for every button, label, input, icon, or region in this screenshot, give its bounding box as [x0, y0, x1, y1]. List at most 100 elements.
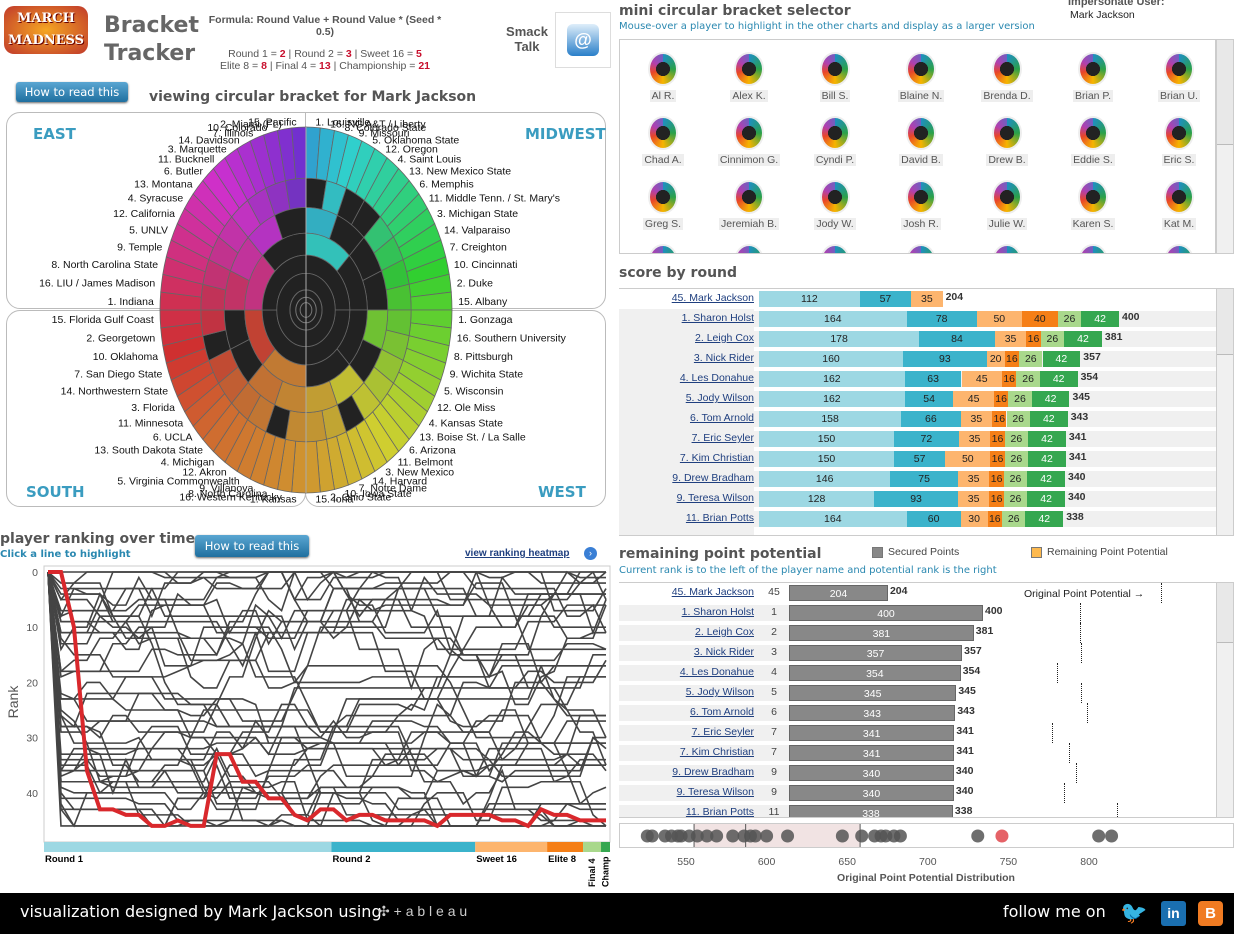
player-name[interactable]: Karen S. [1070, 218, 1116, 230]
chevron-right-icon[interactable]: › [584, 547, 597, 560]
player-tile[interactable]: Jody W. [792, 180, 878, 232]
player-link[interactable]: 6. Tom Arnold [690, 706, 754, 718]
player-link[interactable]: 7. Kim Christian [680, 746, 754, 758]
player-name[interactable]: Brian U. [1158, 90, 1200, 102]
player-tile[interactable]: Cyndi P. [792, 116, 878, 168]
mini-bracket-icon[interactable] [648, 244, 678, 253]
player-link[interactable]: 11. Brian Potts [686, 806, 754, 817]
player-name[interactable]: Drew B. [986, 154, 1028, 166]
data-dot[interactable] [748, 829, 762, 843]
player-link[interactable]: 7. Eric Seyler [692, 726, 754, 738]
data-dot[interactable] [1092, 829, 1106, 843]
player-name[interactable]: Eric S. [1161, 154, 1197, 166]
player-link[interactable]: 9. Teresa Wilson [677, 786, 754, 798]
player-link[interactable]: 1. Sharon Holst [682, 606, 754, 618]
player-name[interactable]: Eddie S. [1071, 154, 1115, 166]
highlighted-dot[interactable] [995, 829, 1009, 843]
data-dot[interactable] [710, 829, 724, 843]
player-link[interactable]: 9. Drew Bradham [672, 472, 754, 484]
player-link[interactable]: 6. Tom Arnold [690, 412, 754, 424]
mini-bracket-icon[interactable] [820, 244, 850, 253]
data-dot[interactable] [760, 829, 774, 843]
mini-bracket-icon[interactable] [734, 244, 764, 253]
mini-bracket-icon[interactable] [906, 116, 936, 150]
player-link[interactable]: 4. Les Donahue [680, 372, 754, 384]
player-link[interactable]: 3. Nick Rider [694, 352, 754, 364]
mini-bracket-icon[interactable] [734, 180, 764, 214]
mini-bracket-icon[interactable] [1164, 244, 1194, 253]
player-link[interactable]: 1. Sharon Holst [682, 312, 754, 324]
mini-bracket-icon[interactable] [648, 180, 678, 214]
impersonate-user-select[interactable]: Mark Jackson [1070, 9, 1135, 21]
mini-bracket-icon[interactable] [906, 244, 936, 253]
data-dot[interactable] [893, 829, 907, 843]
player-link[interactable]: 9. Teresa Wilson [677, 492, 754, 504]
player-link[interactable]: 45. Mark Jackson [672, 586, 754, 598]
player-name[interactable]: Chad A. [642, 154, 684, 166]
player-link[interactable]: 3. Nick Rider [694, 646, 754, 658]
player-tile[interactable]: David B. [878, 116, 964, 168]
player-name[interactable]: Josh R. [901, 218, 941, 230]
player-tile[interactable] [792, 244, 878, 253]
data-dot[interactable] [781, 829, 795, 843]
player-tile[interactable]: Alex K. [706, 52, 792, 104]
player-name[interactable]: Cyndi P. [813, 154, 857, 166]
player-name[interactable]: Blaine N. [897, 90, 945, 102]
player-link[interactable]: 7. Kim Christian [680, 452, 754, 464]
linkedin-icon[interactable]: in [1161, 901, 1186, 926]
player-tile[interactable]: Brian P. [1050, 52, 1136, 104]
player-link[interactable]: 7. Eric Seyler [692, 432, 754, 444]
potential-scrollbar[interactable] [1216, 582, 1234, 818]
mini-bracket-icon[interactable] [1078, 244, 1108, 253]
mini-bracket-icon[interactable] [734, 116, 764, 150]
view-ranking-heatmap-link[interactable]: view ranking heatmap [465, 548, 569, 559]
player-tile[interactable] [964, 244, 1050, 253]
player-tile[interactable] [1136, 244, 1215, 253]
mini-bracket-icon[interactable] [1164, 116, 1194, 150]
player-name[interactable]: Alex K. [730, 90, 768, 102]
mini-bracket-icon[interactable] [1078, 180, 1108, 214]
scrollbar-thumb[interactable] [1217, 40, 1233, 145]
player-tile[interactable]: Julie W. [964, 180, 1050, 232]
selector-scrollbar[interactable] [1216, 39, 1234, 254]
player-name[interactable]: David B. [899, 154, 943, 166]
mini-bracket-icon[interactable] [1164, 180, 1194, 214]
mini-bracket-icon[interactable] [820, 116, 850, 150]
score-scrollbar[interactable] [1216, 288, 1234, 536]
data-dot[interactable] [971, 829, 985, 843]
player-tile[interactable]: Blaine N. [878, 52, 964, 104]
player-name[interactable]: Greg S. [642, 218, 684, 230]
mini-bracket-icon[interactable] [1164, 52, 1194, 86]
data-dot[interactable] [835, 829, 849, 843]
player-name[interactable]: Al R. [649, 90, 677, 102]
mini-bracket-icon[interactable] [648, 116, 678, 150]
blogger-icon[interactable]: B [1198, 901, 1223, 926]
mini-bracket-icon[interactable] [820, 52, 850, 86]
player-tile[interactable]: Josh R. [878, 180, 964, 232]
player-name[interactable]: Jody W. [814, 218, 856, 230]
player-tile[interactable]: Jeremiah B. [706, 180, 792, 232]
player-tile[interactable]: Kat M. [1136, 180, 1215, 232]
player-link[interactable]: 5. Jody Wilson [686, 392, 754, 404]
mini-bracket-icon[interactable] [820, 180, 850, 214]
player-tile[interactable]: Karen S. [1050, 180, 1136, 232]
mini-bracket-icon[interactable] [1078, 52, 1108, 86]
player-link[interactable]: 45. Mark Jackson [672, 292, 754, 304]
scrollbar-thumb[interactable] [1217, 583, 1233, 643]
player-tile[interactable]: Bill S. [792, 52, 878, 104]
player-tile[interactable]: Cinnimon G. [706, 116, 792, 168]
player-tile[interactable] [620, 244, 706, 253]
ranking-how-to-read-button[interactable]: How to read this [195, 535, 309, 557]
player-name[interactable]: Cinnimon G. [717, 154, 781, 166]
circular-bracket[interactable]: 1. Louisville16. NC A&T / Liberty8. Colo… [0, 0, 612, 512]
player-name[interactable]: Brenda D. [981, 90, 1033, 102]
player-name[interactable]: Julie W. [986, 218, 1028, 230]
player-tile[interactable]: Brenda D. [964, 52, 1050, 104]
scrollbar-thumb[interactable] [1217, 289, 1233, 355]
player-link[interactable]: 11. Brian Potts [686, 512, 754, 524]
player-link[interactable]: 2. Leigh Cox [695, 626, 754, 638]
mini-bracket-icon[interactable] [648, 52, 678, 86]
player-tile[interactable] [706, 244, 792, 253]
player-tile[interactable]: Chad A. [620, 116, 706, 168]
player-tile[interactable]: Eric S. [1136, 116, 1215, 168]
